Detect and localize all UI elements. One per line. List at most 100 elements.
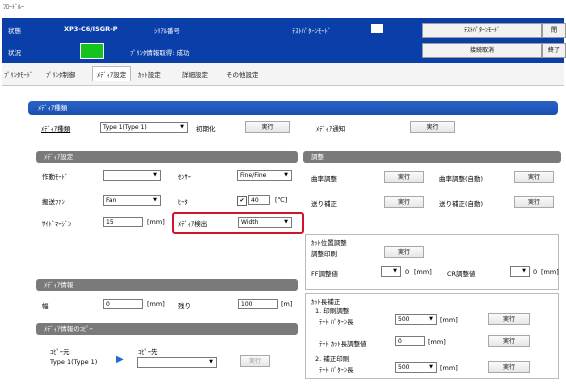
s2-cut-input[interactable]: 0 — [395, 336, 425, 346]
status-label: 状況 — [8, 49, 21, 57]
s3-pattern-label: ﾃｰﾄ ﾊﾟﾀｰﾝ長 — [319, 366, 354, 374]
tab-cut-settings[interactable]: ｶｯﾄ設定 — [138, 69, 161, 79]
s1-pattern-select[interactable]: 500 ▼ — [395, 314, 437, 325]
copy-to-label: ｺﾋﾟｰ先 — [138, 348, 158, 356]
status-indicator — [80, 43, 104, 59]
feed-correction-label: 送り補正 — [311, 200, 337, 208]
chevron-down-icon: ▼ — [180, 124, 184, 130]
s2-cut-unit: [mm] — [428, 338, 446, 346]
chevron-down-icon: ▼ — [393, 268, 397, 274]
exit-button[interactable]: 終了 — [542, 43, 566, 58]
tab-media-settings[interactable]: ﾒﾃﾞｨｱ設定 — [92, 66, 132, 81]
copy-from-label: ｺﾋﾟｰ元 — [50, 348, 70, 356]
init-label: 初期化 — [196, 125, 216, 133]
media-detect-select[interactable]: Width ▼ — [238, 217, 292, 228]
s2-cut-label: ﾃｰﾄ ｶｯﾄ長調整値 — [319, 340, 367, 348]
tab-bar: ﾌﾟﾘﾝﾀﾓｰﾄﾞ ﾌﾟﾘﾝﾀ制御 ﾒﾃﾞｨｱ設定 ｶｯﾄ設定 詳細設定 その他… — [2, 63, 564, 86]
chevron-down-icon: ▼ — [522, 268, 526, 274]
feed-correction-auto-label: 送り補正(自動) — [439, 200, 484, 208]
feed-fan-value: Fan — [106, 197, 117, 204]
copy-exec-button[interactable]: 実行 — [240, 355, 270, 367]
feed-fan-select[interactable]: Fan ▼ — [103, 195, 161, 206]
s1-exec-button[interactable]: 実行 — [488, 313, 530, 325]
close-button[interactable]: 閉 — [542, 23, 566, 38]
sensor-label: ｾﾝｻｰ — [178, 173, 191, 181]
width-unit: [mm] — [147, 300, 165, 308]
serial-label: ｼﾘｱﾙ番号 — [154, 27, 180, 35]
remain-unit: [m] — [281, 300, 293, 308]
ff-value: 0 — [405, 268, 410, 276]
s3-pattern-value: 500 — [398, 364, 410, 371]
heater-input[interactable]: 40 — [248, 195, 270, 205]
adjust-print-exec-button[interactable]: 実行 — [384, 246, 424, 258]
test-pattern-mode-button[interactable]: ﾃｽﾄﾊﾟﾀｰﾝﾓｰﾄﾞ — [422, 23, 542, 38]
window-titlebar: ﾌﾛｰﾄﾞﾙｰ — [0, 0, 566, 13]
media-settings-header: ﾒﾃﾞｨｱ設定 — [36, 151, 298, 163]
feed-correction-auto-exec-button[interactable]: 実行 — [514, 196, 554, 208]
width-label: 幅 — [42, 302, 49, 310]
media-info-header: ﾒﾃﾞｨｱ情報 — [36, 279, 298, 291]
chevron-down-icon: ▼ — [284, 219, 288, 225]
media-notify-label: ﾒﾃﾞｨｱ通知 — [316, 125, 346, 133]
sensor-value: Fine/Fine — [240, 172, 267, 179]
copy-from-value: Type 1(Type 1) — [50, 358, 98, 366]
media-type-value: Type 1(Type 1) — [103, 124, 147, 131]
ff-label: FF調整値 — [311, 270, 338, 278]
chevron-down-icon: ▼ — [153, 172, 157, 178]
media-type-header: ﾒﾃﾞｨｱ種類 — [28, 101, 558, 115]
chevron-down-icon: ▼ — [153, 197, 157, 203]
s3-exec-button[interactable]: 実行 — [488, 361, 530, 373]
chevron-down-icon: ▼ — [429, 364, 433, 370]
feed-correction-exec-button[interactable]: 実行 — [384, 196, 424, 208]
cr-value: 0 — [533, 268, 538, 276]
side-margin-unit: [mm] — [147, 218, 165, 226]
width-input: 0 — [103, 299, 143, 309]
chevron-down-icon: ▼ — [284, 172, 288, 178]
chevron-down-icon: ▼ — [209, 359, 213, 365]
s3-pattern-unit: [mm] — [440, 364, 458, 372]
sensor-select[interactable]: Fine/Fine ▼ — [237, 170, 292, 181]
tab-printer-mode[interactable]: ﾌﾟﾘﾝﾀﾓｰﾄﾞ — [4, 69, 33, 79]
s1-title: 1. 印刷調整 — [315, 307, 350, 315]
adjust-print-label: 調整印刷 — [311, 250, 337, 258]
media-copy-header: ﾒﾃﾞｨｱ情報のｺﾋﾟｰ — [36, 323, 298, 335]
adjust-header: 調整 — [303, 151, 561, 163]
curvature-auto-exec-button[interactable]: 実行 — [514, 171, 554, 183]
curvature-exec-button[interactable]: 実行 — [384, 171, 424, 183]
tab-printer-control[interactable]: ﾌﾟﾘﾝﾀ制御 — [46, 69, 75, 79]
status-text: ﾌﾟﾘﾝﾀ情報取得: 成功 — [130, 49, 190, 57]
tab-other-settings[interactable]: その他設定 — [226, 69, 259, 79]
s3-title: 2. 補正印刷 — [315, 355, 350, 363]
s3-pattern-select[interactable]: 500 ▼ — [395, 362, 437, 373]
heater-unit: [℃] — [275, 196, 288, 204]
feed-fan-label: 搬送ﾌｧﾝ — [42, 198, 65, 206]
init-exec-button[interactable]: 実行 — [245, 121, 290, 133]
chevron-down-icon: ▼ — [429, 316, 433, 322]
model-name: XP3-C6/ISGR-P — [64, 25, 118, 33]
ff-select[interactable]: ▼ — [381, 266, 401, 277]
curvature-label: 曲率調整 — [311, 175, 337, 183]
cr-select[interactable]: ▼ — [510, 266, 530, 277]
media-type-label: ﾒﾃﾞｨｱ種類 — [41, 125, 71, 133]
status-header: 状態 XP3-C6/ISGR-P ｼﾘｱﾙ番号 ﾃｽﾄﾊﾟﾀｰﾝﾓｰﾄﾞ ﾃｽﾄ… — [2, 18, 566, 63]
media-detect-label: ﾒﾃﾞｨｱ検出 — [178, 220, 208, 228]
mode-select[interactable]: ▼ — [103, 170, 161, 181]
s2-exec-button[interactable]: 実行 — [488, 335, 530, 347]
cr-label: CR調整値 — [447, 270, 476, 278]
mode-label: 作動ﾓｰﾄﾞ — [42, 173, 68, 181]
copy-to-select[interactable]: ▼ — [137, 357, 217, 368]
cr-unit: [mm] — [541, 268, 559, 276]
cancel-connection-button[interactable]: 接続取消 — [422, 43, 542, 58]
s1-pattern-value: 500 — [398, 316, 410, 323]
notify-exec-button[interactable]: 実行 — [410, 121, 455, 133]
s1-pattern-unit: [mm] — [440, 316, 458, 324]
side-margin-input[interactable]: 15 — [103, 217, 143, 227]
remain-input: 100 — [238, 299, 278, 309]
curvature-auto-label: 曲率調整(自動) — [439, 175, 484, 183]
media-detect-value: Width — [241, 219, 259, 226]
tab-detail-settings[interactable]: 詳細設定 — [182, 69, 208, 79]
media-type-select[interactable]: Type 1(Type 1) ▼ — [100, 122, 188, 133]
side-margin-label: ｻｲﾄﾞﾏｰｼﾞﾝ — [42, 220, 72, 228]
mode-checkbox[interactable] — [371, 24, 383, 33]
heater-checkbox[interactable]: ✔ — [237, 196, 247, 206]
